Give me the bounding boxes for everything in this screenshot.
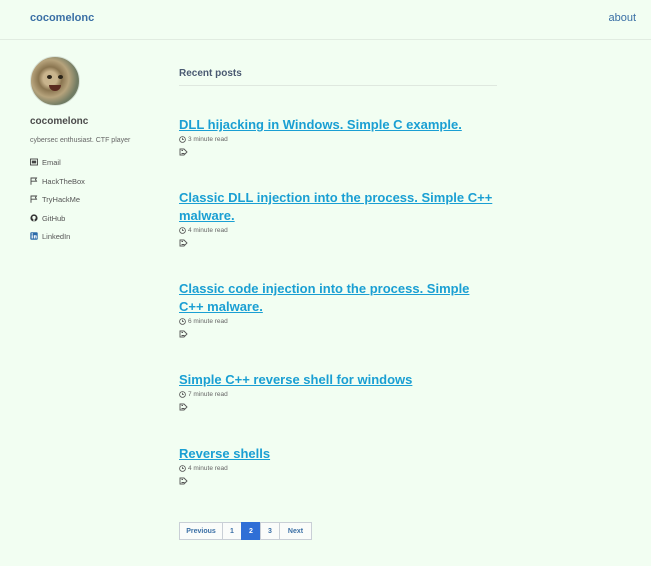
bookmark-icon	[179, 330, 188, 338]
clock-icon	[179, 136, 186, 143]
main-content: Recent posts DLL hijacking in Windows. S…	[179, 68, 497, 485]
author-bio: cybersec enthusiast. CTF player	[30, 137, 131, 144]
github-icon	[30, 213, 38, 222]
flag-icon	[30, 195, 38, 203]
author-name: cocomelonc	[30, 116, 89, 127]
author-link-tryhackme[interactable]: TryHackMe	[30, 195, 170, 214]
post-title-link[interactable]: DLL hijacking in Windows. Simple C examp…	[179, 116, 497, 134]
pagination-page-2-current[interactable]: 2	[241, 522, 261, 540]
author-link-email[interactable]: Email	[30, 158, 170, 177]
author-sidebar: cocomelonc cybersec enthusiast. CTF play…	[30, 56, 170, 251]
site-title-link[interactable]: cocomelonc	[30, 12, 94, 24]
bookmark-icon	[179, 477, 188, 485]
pagination-next-button[interactable]: Next	[279, 522, 312, 540]
masthead: cocomelonc about	[0, 0, 651, 40]
post-meta: 3 minute read	[179, 136, 497, 143]
author-link-label[interactable]: LinkedIn	[42, 232, 70, 241]
bookmark-icon	[179, 148, 188, 156]
post-item: Classic DLL injection into the process. …	[179, 189, 497, 247]
post-title-link[interactable]: Reverse shells	[179, 445, 497, 463]
author-link-label[interactable]: GitHub	[42, 214, 65, 223]
post-item: Simple C++ reverse shell for windows 7 m…	[179, 371, 497, 411]
linkedin-icon	[30, 232, 38, 240]
read-time: 6 minute read	[188, 318, 228, 325]
author-link-label[interactable]: HackTheBox	[42, 177, 85, 186]
author-links: Email HackTheBox TryHackMe GitHub Linked…	[30, 158, 170, 251]
nav-about-link[interactable]: about	[608, 12, 636, 24]
post-title-link[interactable]: Classic code injection into the process.…	[179, 280, 497, 316]
read-time: 4 minute read	[188, 227, 228, 234]
post-meta: 6 minute read	[179, 318, 497, 325]
post-item: DLL hijacking in Windows. Simple C examp…	[179, 116, 497, 156]
read-time: 4 minute read	[188, 465, 228, 472]
post-meta: 4 minute read	[179, 227, 497, 234]
pagination-page-1[interactable]: 1	[222, 522, 242, 540]
post-meta: 7 minute read	[179, 391, 497, 398]
clock-icon	[179, 465, 186, 472]
author-link-label[interactable]: TryHackMe	[42, 195, 80, 204]
pagination-page-3[interactable]: 3	[260, 522, 280, 540]
pagination-previous-button[interactable]: Previous	[179, 522, 223, 540]
page-title: Recent posts	[179, 68, 497, 86]
post-item: Reverse shells 4 minute read	[179, 445, 497, 485]
avatar	[30, 56, 80, 106]
clock-icon	[179, 227, 186, 234]
post-title-link[interactable]: Simple C++ reverse shell for windows	[179, 371, 497, 389]
pagination: Previous 1 2 3 Next	[179, 522, 312, 540]
author-link-github[interactable]: GitHub	[30, 214, 170, 233]
bookmark-icon	[179, 239, 188, 247]
flag-icon	[30, 177, 38, 185]
clock-icon	[179, 318, 186, 325]
clock-icon	[179, 391, 186, 398]
author-link-label[interactable]: Email	[42, 158, 61, 167]
bookmark-icon	[179, 403, 188, 411]
author-link-linkedin[interactable]: LinkedIn	[30, 232, 170, 251]
post-item: Classic code injection into the process.…	[179, 280, 497, 338]
envelope-icon	[30, 158, 38, 166]
post-title-link[interactable]: Classic DLL injection into the process. …	[179, 189, 497, 225]
read-time: 7 minute read	[188, 391, 228, 398]
post-meta: 4 minute read	[179, 465, 497, 472]
read-time: 3 minute read	[188, 136, 228, 143]
author-link-hackthebox[interactable]: HackTheBox	[30, 177, 170, 196]
